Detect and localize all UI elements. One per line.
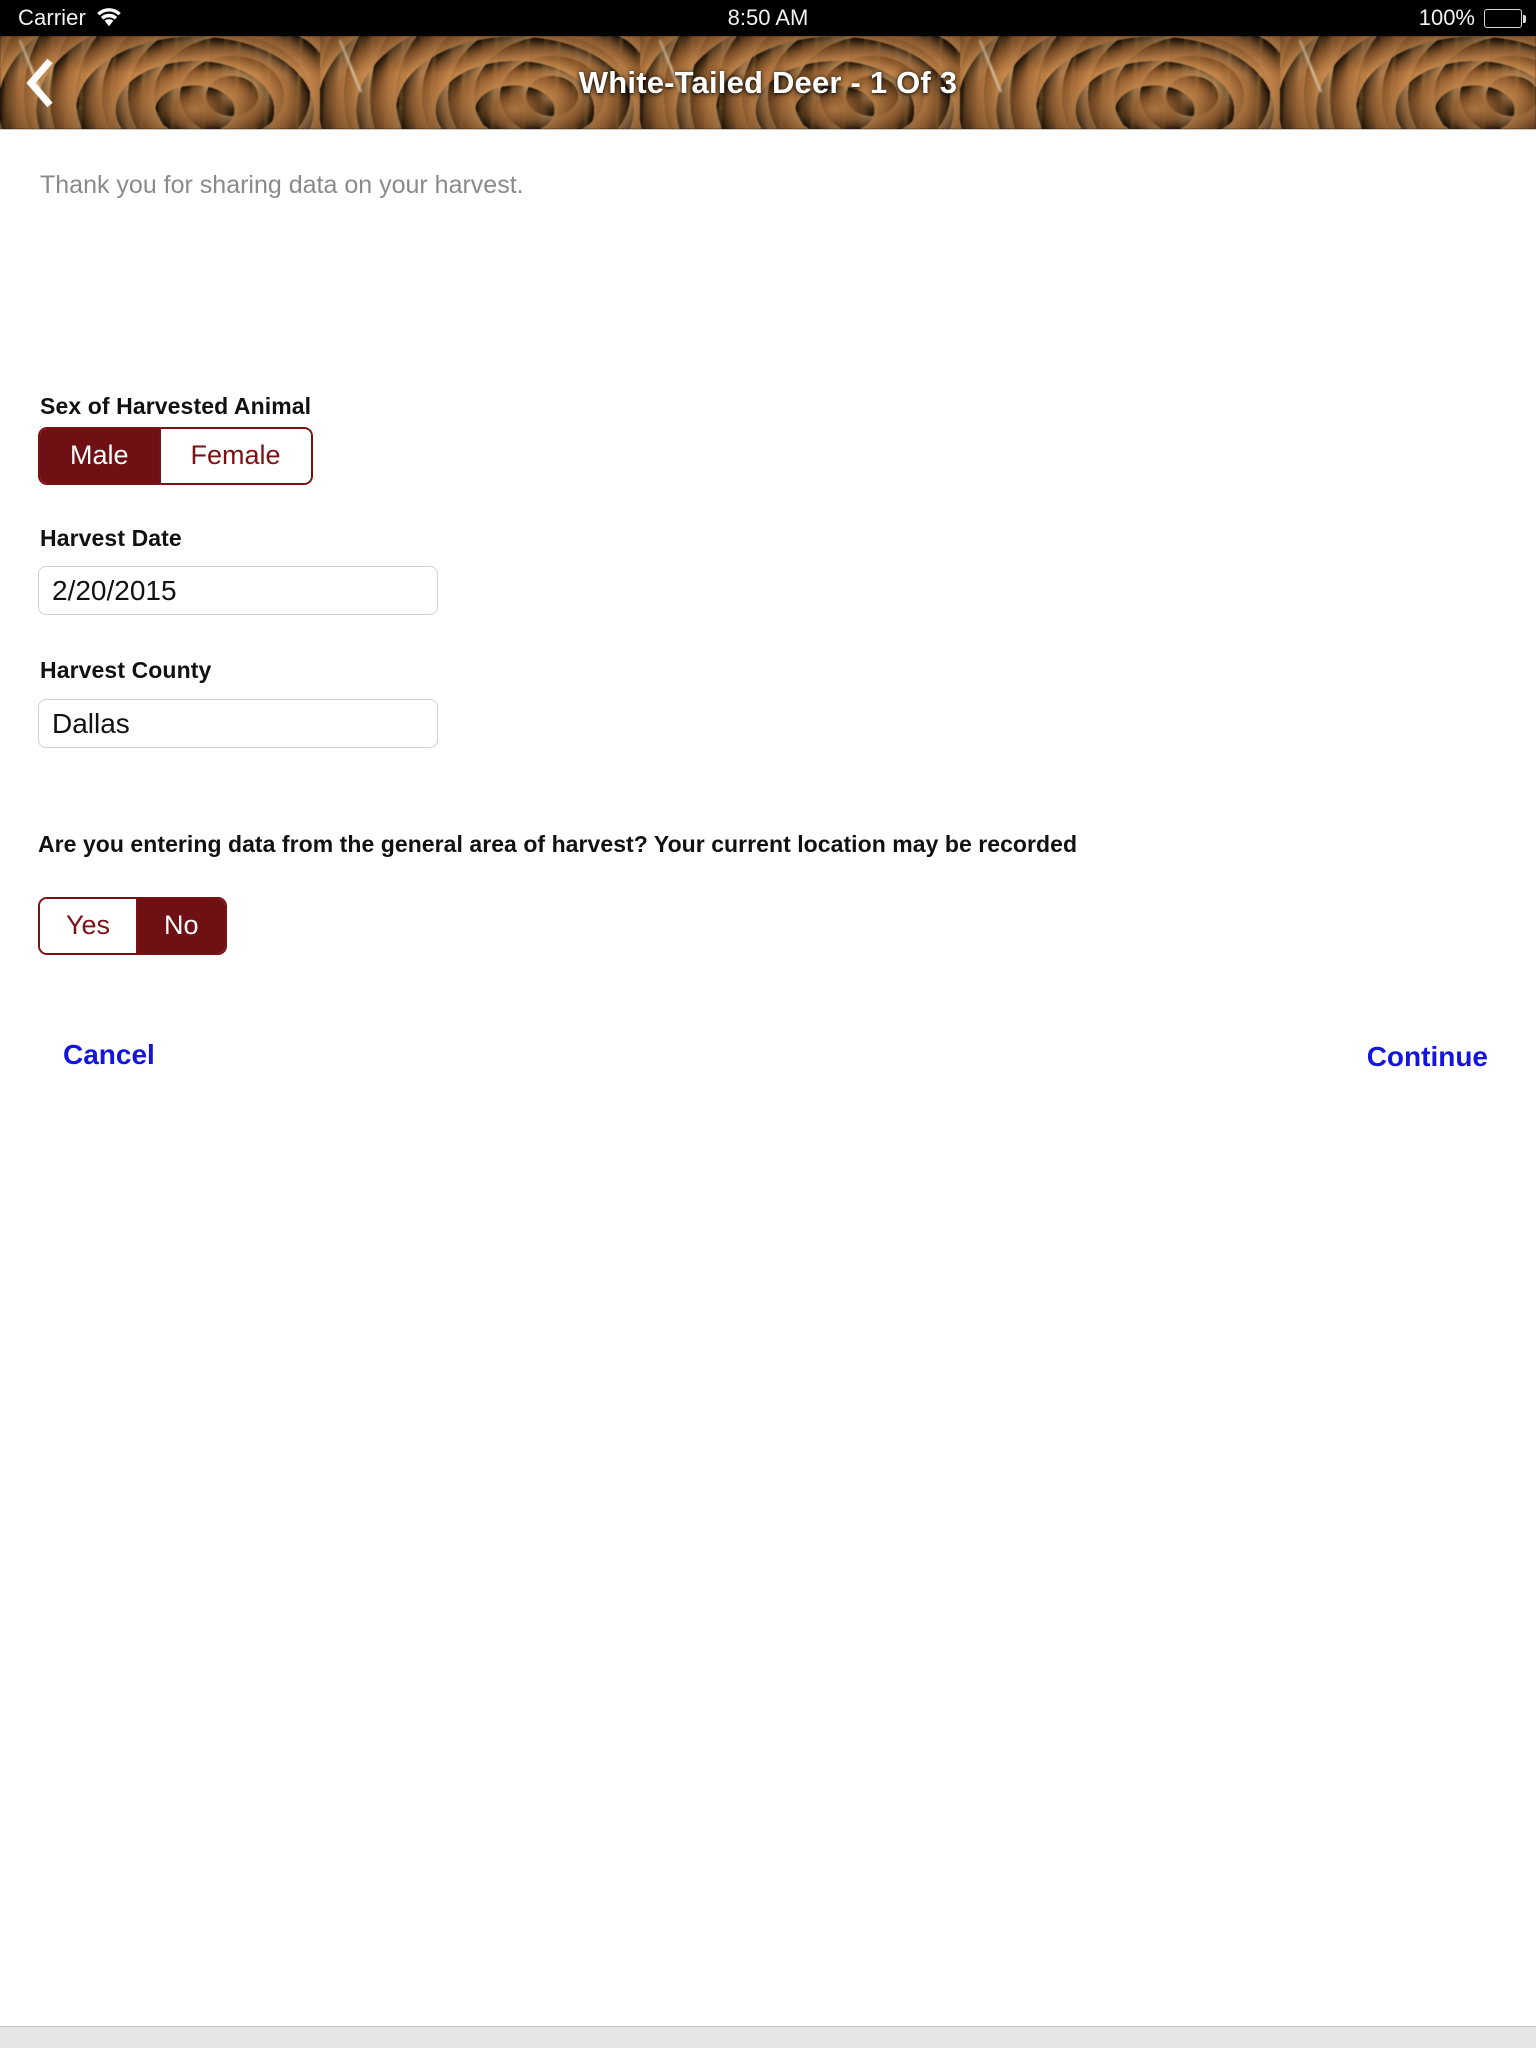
harvest-county-input[interactable]: [38, 699, 438, 748]
status-bar: Carrier 8:50 AM 100%: [0, 0, 1536, 36]
cancel-button[interactable]: Cancel: [63, 1039, 155, 1071]
back-button[interactable]: [6, 36, 76, 129]
harvest-date-label: Harvest Date: [40, 525, 182, 551]
nav-header: White-Tailed Deer - 1 Of 3: [0, 36, 1536, 130]
location-option-no[interactable]: No: [138, 899, 225, 953]
sex-option-male[interactable]: Male: [40, 429, 161, 483]
status-bar-clock: 8:50 AM: [727, 5, 809, 30]
bottom-bar: [0, 2026, 1536, 2048]
location-option-yes[interactable]: Yes: [40, 899, 139, 953]
harvest-date-input[interactable]: [38, 566, 438, 615]
status-bar-right: 100%: [1418, 5, 1526, 31]
intro-text: Thank you for sharing data on your harve…: [40, 171, 524, 199]
continue-button[interactable]: Continue: [1367, 1041, 1488, 1073]
app-root: Carrier 8:50 AM 100% White-Tailed Deer -…: [0, 0, 1536, 2048]
sex-field-label: Sex of Harvested Animal: [40, 393, 312, 419]
battery-percent-label: 100%: [1418, 5, 1475, 30]
sex-segmented-control[interactable]: Male Female: [38, 427, 313, 485]
form-content: Thank you for sharing data on your harve…: [0, 131, 1536, 2048]
location-segmented-control[interactable]: Yes No: [38, 897, 227, 955]
banner-shade-overlay: [0, 36, 1536, 129]
battery-full-icon: [1484, 8, 1526, 28]
harvest-county-label: Harvest County: [40, 657, 212, 683]
location-question-label: Are you entering data from the general a…: [38, 831, 1078, 857]
sex-option-female[interactable]: Female: [160, 429, 311, 483]
chevron-left-icon: [24, 57, 58, 109]
